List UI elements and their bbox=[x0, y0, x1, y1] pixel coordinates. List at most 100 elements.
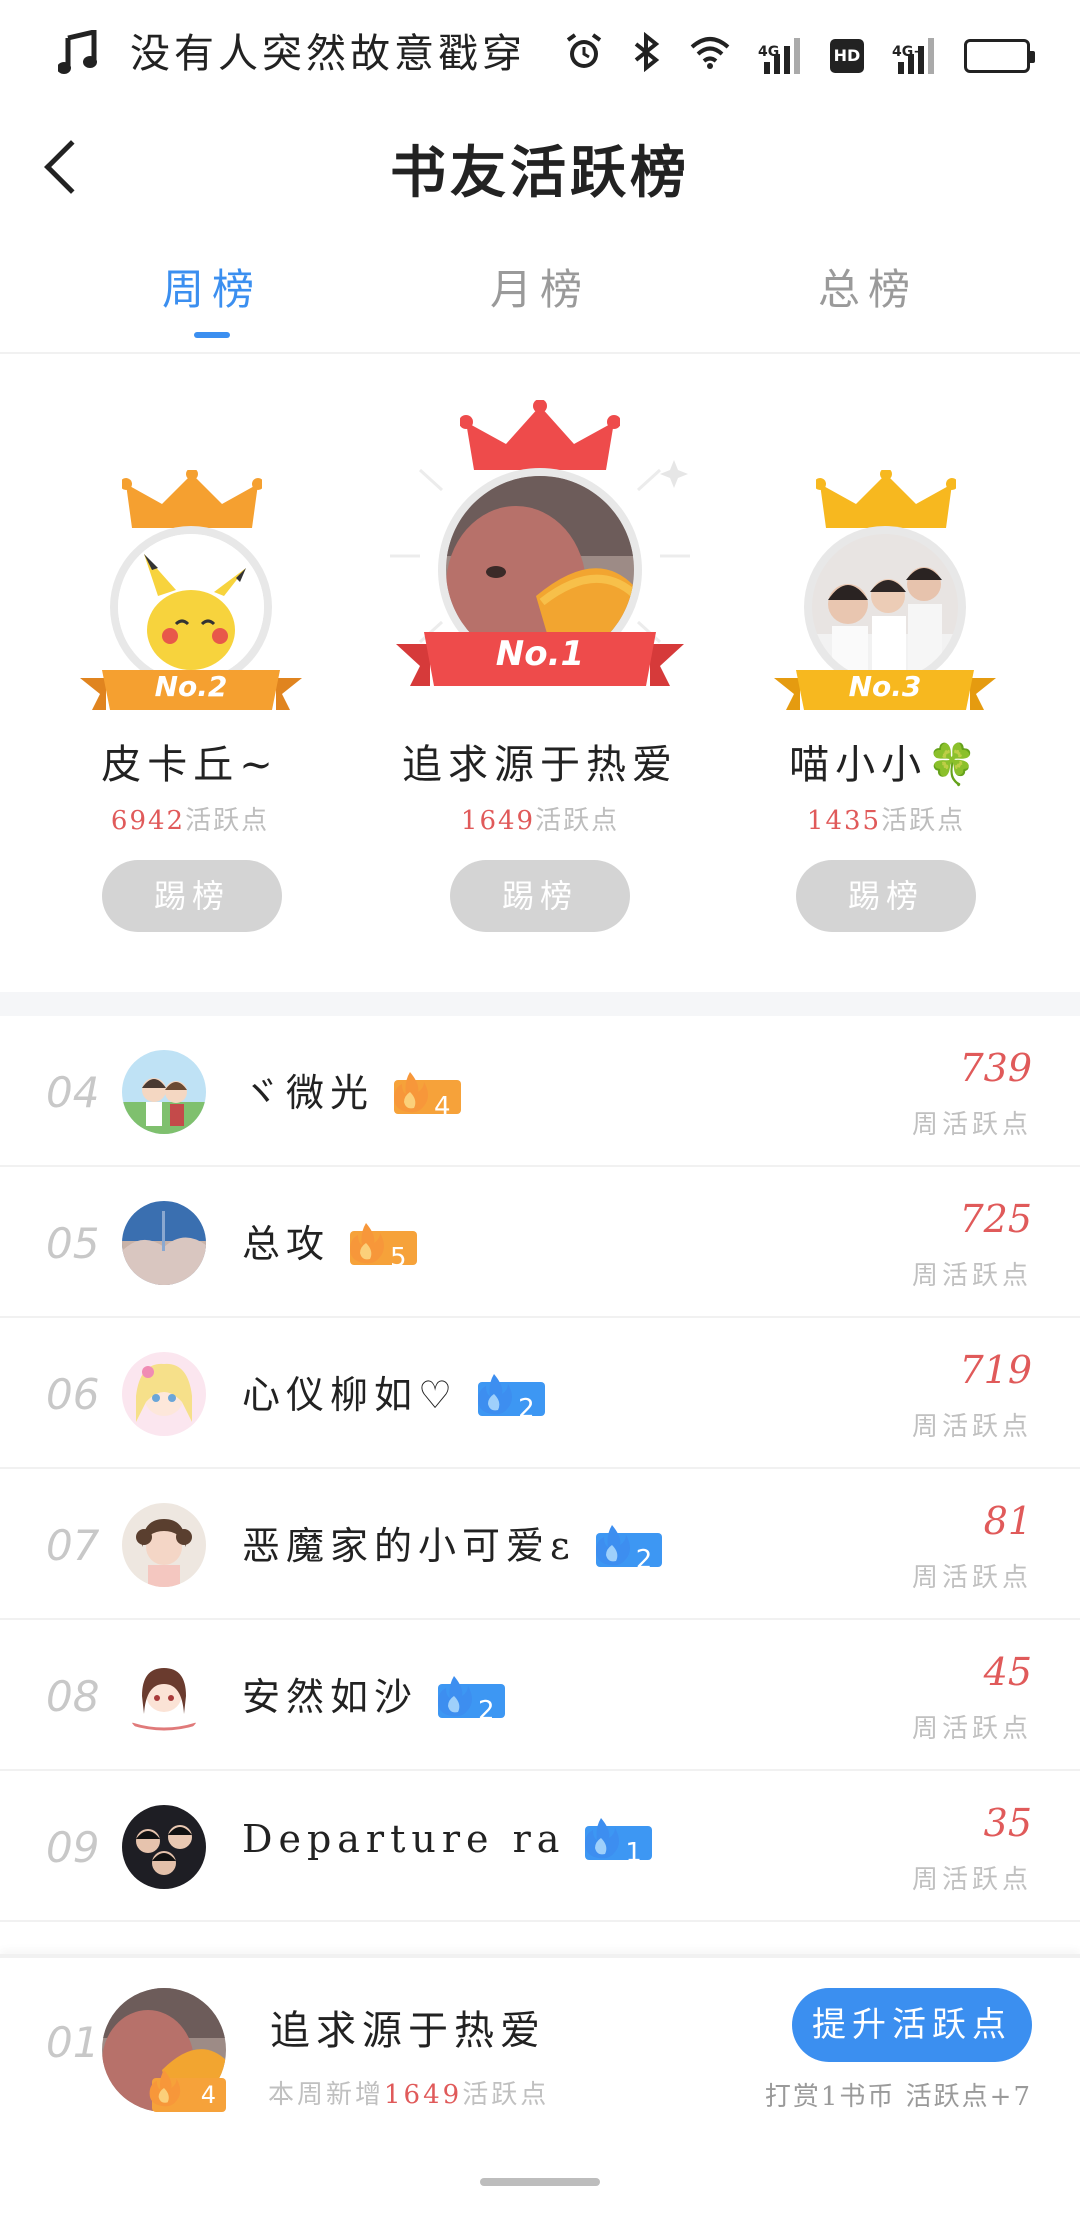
podium-score: 1649活跃点 bbox=[380, 800, 700, 837]
rank-number: 06 bbox=[46, 1370, 100, 1419]
podium-score-value: 1435 bbox=[806, 806, 882, 836]
score-value: 81 bbox=[983, 1499, 1032, 1543]
podium-score-unit: 活跃点 bbox=[185, 806, 270, 836]
my-summary-suffix: 活跃点 bbox=[462, 2080, 550, 2110]
rank-ribbon-label-wrap: No.1 bbox=[396, 628, 684, 686]
kick-button[interactable]: 踢榜 bbox=[102, 860, 282, 932]
score-value: 45 bbox=[983, 1650, 1032, 1694]
user-name-text: 安然如沙 bbox=[242, 1675, 419, 1719]
podium-score-unit: 活跃点 bbox=[881, 806, 966, 836]
flame-icon bbox=[595, 1524, 630, 1565]
section-divider bbox=[0, 992, 1080, 1016]
music-icon bbox=[57, 28, 98, 76]
crown-icon bbox=[122, 470, 262, 528]
level-badge: 4 bbox=[394, 1071, 461, 1122]
tab-monthly[interactable]: 月榜 bbox=[440, 256, 640, 317]
podium-name: 追求源于热爱 bbox=[402, 742, 678, 788]
boost-activity-button[interactable]: 提升活跃点 bbox=[792, 1988, 1032, 2062]
podium-score-value: 1649 bbox=[460, 806, 536, 836]
level-badge: 1 bbox=[585, 1817, 652, 1868]
list-item[interactable]: 08 安然如沙 2 45 周活跃点 bbox=[0, 1620, 1080, 1771]
rank-number: 05 bbox=[46, 1219, 100, 1268]
bluetooth-icon bbox=[632, 31, 662, 81]
group-photo-avatar-icon bbox=[812, 534, 958, 680]
my-rank-number: 01 bbox=[46, 2018, 100, 2067]
rank-number: 04 bbox=[46, 1068, 100, 1117]
avatar[interactable] bbox=[122, 1503, 206, 1587]
status-icons: 4G HD 4G+ bbox=[564, 30, 1035, 82]
score-unit: 周活跃点 bbox=[911, 1261, 1032, 1291]
alarm-icon bbox=[564, 32, 604, 81]
list-item[interactable]: 09 Departure ra 1 35 周活跃点 bbox=[0, 1771, 1080, 1922]
flame-icon bbox=[350, 1222, 385, 1263]
avatar[interactable] bbox=[122, 1352, 206, 1436]
podium-name: 喵小小🍀 bbox=[789, 742, 983, 788]
status-bar: 没有人突然故意戳穿 4G HD 4G+ bbox=[0, 0, 1080, 110]
rank-ribbon-label-wrap: No.2 bbox=[80, 664, 302, 710]
list-item[interactable]: 06 心仪柳如♡ 2 719 周活跃点 bbox=[0, 1318, 1080, 1469]
score-unit: 周活跃点 bbox=[911, 1110, 1032, 1140]
user-name: ヾ微光 4 bbox=[242, 1062, 461, 1122]
home-indicator[interactable] bbox=[480, 2178, 600, 2186]
tab-overall[interactable]: 总榜 bbox=[768, 256, 968, 317]
level-badge: 5 bbox=[350, 1222, 417, 1273]
signal-4g-plus-icon: 4G+ bbox=[892, 36, 936, 76]
podium-name: 皮卡丘~ bbox=[101, 742, 279, 788]
crown-icon bbox=[816, 470, 956, 528]
avatar[interactable] bbox=[122, 1050, 206, 1134]
score-value: 719 bbox=[959, 1348, 1032, 1392]
list-item[interactable]: 07 恶魔家的小可爱ε 2 81 周活跃点 bbox=[0, 1469, 1080, 1620]
user-name: 恶魔家的小可爱ε 2 bbox=[242, 1515, 663, 1575]
battery-icon bbox=[964, 39, 1035, 73]
level-number: 2 bbox=[478, 1695, 495, 1726]
user-name: 心仪柳如♡ 2 bbox=[242, 1364, 545, 1424]
signal-4g-icon: 4G bbox=[758, 36, 802, 76]
rank-label: No.1 bbox=[495, 634, 585, 674]
avatar[interactable] bbox=[118, 534, 264, 680]
flame-icon bbox=[438, 1675, 473, 1716]
hd-icon: HD bbox=[830, 39, 864, 73]
level-number: 2 bbox=[635, 1544, 653, 1575]
podium-score: 6942活跃点 bbox=[60, 800, 320, 837]
avatar[interactable] bbox=[812, 534, 958, 680]
flame-icon bbox=[478, 1373, 513, 1414]
my-level-number: 4 bbox=[200, 2081, 216, 2109]
rank-number: 09 bbox=[46, 1823, 100, 1872]
kick-button[interactable]: 踢榜 bbox=[450, 860, 630, 932]
podium-score-unit: 活跃点 bbox=[535, 806, 620, 836]
wifi-icon bbox=[690, 35, 730, 78]
reward-hint: 打赏1书币 活跃点+7 bbox=[764, 2082, 1032, 2112]
user-name: 安然如沙 2 bbox=[242, 1666, 505, 1726]
kick-button[interactable]: 踢榜 bbox=[796, 860, 976, 932]
score-unit: 周活跃点 bbox=[911, 1563, 1032, 1593]
score-unit: 周活跃点 bbox=[911, 1714, 1032, 1744]
my-level-badge: 4 bbox=[149, 2070, 226, 2112]
list-item[interactable]: 05 总攻 5 725 周活跃点 bbox=[0, 1167, 1080, 1318]
level-number: 5 bbox=[390, 1242, 407, 1273]
avatar[interactable] bbox=[122, 1201, 206, 1285]
user-name: 总攻 5 bbox=[242, 1213, 417, 1273]
rank-label: No.3 bbox=[848, 670, 922, 703]
hd-label: HD bbox=[833, 46, 861, 65]
level-badge: 2 bbox=[478, 1373, 545, 1424]
score-unit: 周活跃点 bbox=[911, 1412, 1032, 1442]
tab-bar: 周榜 月榜 总榜 bbox=[0, 250, 1080, 354]
user-name-text: Departure ra bbox=[242, 1817, 566, 1861]
tab-active-indicator bbox=[194, 332, 230, 338]
score-unit: 周活跃点 bbox=[911, 1865, 1032, 1895]
list-item[interactable]: 04 ヾ微光 4 739 周活跃点 bbox=[0, 1016, 1080, 1167]
avatar[interactable] bbox=[122, 1654, 206, 1738]
score-value: 35 bbox=[983, 1801, 1032, 1845]
tab-weekly[interactable]: 周榜 bbox=[112, 256, 312, 317]
avatar[interactable] bbox=[122, 1805, 206, 1889]
level-badge: 2 bbox=[438, 1675, 505, 1726]
level-number: 1 bbox=[625, 1837, 642, 1868]
rank-ribbon-label-wrap: No.3 bbox=[774, 664, 996, 710]
podium-score-value: 6942 bbox=[110, 806, 186, 836]
user-name-text: ヾ微光 bbox=[242, 1071, 375, 1115]
rank-number: 07 bbox=[46, 1521, 100, 1570]
podium-first: No.1 追求源于热爱 1649活跃点 踢榜 bbox=[380, 360, 700, 990]
my-weekly-summary: 本周新增1649活跃点 bbox=[268, 2074, 549, 2111]
my-name: 追求源于热爱 bbox=[270, 2008, 546, 2054]
ranking-list: 04 ヾ微光 4 739 周活跃点 05 总攻 5 725 周活跃点 06 心仪柳如… bbox=[0, 1016, 1080, 1922]
